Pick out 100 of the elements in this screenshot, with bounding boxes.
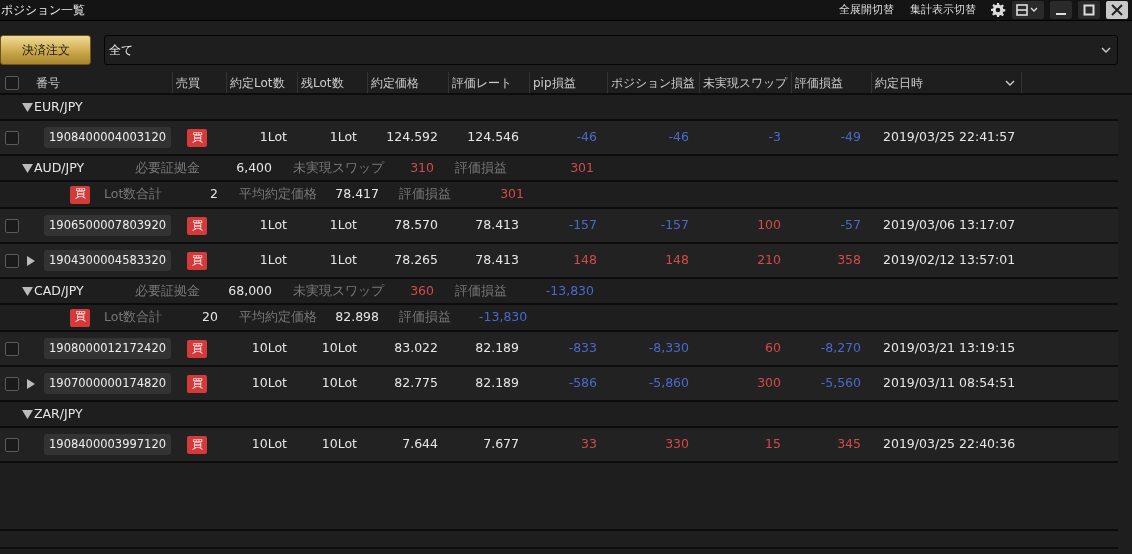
table-cell: 82.189 [475, 375, 519, 391]
column-header[interactable]: 残Lot数 [301, 73, 344, 92]
expand-toggle-icon[interactable] [26, 255, 37, 266]
table-cell: 124.546 [467, 129, 519, 145]
column-header[interactable]: ポジション損益 [611, 73, 695, 92]
summary-value: 6,400 [235, 158, 272, 177]
table-cell: 10Lot [251, 340, 287, 356]
table-cell: 10Lot [321, 436, 357, 452]
summary-value: 20 [201, 308, 218, 327]
table-cell: 10Lot [251, 375, 287, 391]
table-cell: 7.677 [483, 436, 519, 452]
summary-label: 評価損益 [399, 308, 452, 327]
settings-icon[interactable] [990, 2, 1006, 18]
summary-label: 未実現スワップ [293, 158, 386, 177]
row-checkbox[interactable] [5, 376, 19, 391]
table-cell: -5,560 [820, 375, 861, 391]
column-header[interactable]: 番号 [36, 73, 60, 92]
layout-button[interactable] [1012, 1, 1044, 19]
summary-value: 2 [209, 185, 218, 204]
table-cell: 1Lot [329, 217, 357, 233]
table-cell: -157 [660, 217, 689, 233]
expand-toggle-icon[interactable] [22, 102, 33, 112]
currency-pair: AUD/JPY [34, 158, 86, 177]
window-title: ポジション一覧 [0, 2, 85, 19]
row-checkbox[interactable] [5, 218, 19, 233]
summary-value: 310 [409, 158, 434, 177]
table-cell: 15 [765, 436, 781, 452]
table-cell: 2019/03/21 13:19:15 [883, 340, 1016, 356]
position-number: 1908400003997120 [44, 433, 172, 456]
buy-badge: 買 [187, 129, 207, 148]
column-header[interactable]: 評価レート [452, 73, 512, 92]
column-header[interactable]: 約定日時 [875, 73, 1015, 92]
table-cell: -57 [840, 217, 861, 233]
buy-badge: 買 [187, 217, 207, 236]
table-cell: -8,270 [820, 340, 861, 356]
table-cell: 210 [757, 252, 781, 268]
expand-toggle-icon[interactable] [22, 163, 33, 173]
table-cell: 78.413 [475, 217, 519, 233]
summary-value: 301 [499, 185, 524, 204]
position-number: 1907000000174820 [44, 372, 172, 395]
toolbar-link[interactable]: 全展開切替 [839, 1, 894, 19]
summary-label: Lot数合計 [104, 308, 164, 327]
row-checkbox[interactable] [5, 437, 19, 452]
summary-label: 平均約定価格 [239, 308, 318, 327]
table-cell: 100 [757, 217, 781, 233]
summary-value: 78.417 [334, 185, 379, 204]
table-cell: 60 [765, 340, 781, 356]
table-cell: -157 [568, 217, 597, 233]
column-header[interactable]: 売買 [176, 73, 200, 92]
table-cell: 33 [581, 436, 597, 452]
filter-dropdown[interactable]: 全て [104, 35, 1118, 65]
table-cell: 2019/03/11 08:54:51 [883, 375, 1016, 391]
table-cell: 358 [837, 252, 861, 268]
table-cell: 300 [757, 375, 781, 391]
buy-badge: 買 [187, 340, 207, 359]
select-all-checkbox[interactable] [5, 75, 19, 90]
position-number: 1908000012172420 [44, 337, 172, 360]
summary-label: Lot数合計 [104, 185, 164, 204]
table-cell: 2019/02/12 13:57:01 [883, 252, 1016, 268]
row-checkbox[interactable] [5, 130, 19, 145]
table-cell: -833 [568, 340, 597, 356]
table-cell: 1Lot [329, 129, 357, 145]
toolbar-link[interactable]: 集計表示切替 [910, 1, 976, 19]
close-order-button[interactable]: 決済注文 [0, 35, 91, 65]
chevron-down-icon [1101, 46, 1111, 54]
table-cell: 83.022 [394, 340, 438, 356]
table-cell: -3 [768, 129, 781, 145]
column-header[interactable]: 約定価格 [371, 73, 419, 92]
summary-label: 評価損益 [455, 158, 508, 177]
column-header[interactable]: pip損益 [533, 73, 576, 92]
column-header[interactable]: 約定Lot数 [230, 73, 285, 92]
buy-badge: 買 [70, 308, 90, 327]
summary-value: 68,000 [227, 281, 272, 300]
summary-label: 必要証拠金 [135, 281, 201, 300]
summary-label: 必要証拠金 [135, 158, 201, 177]
row-checkbox[interactable] [5, 341, 19, 356]
table-cell: -8,330 [648, 340, 689, 356]
table-cell: 124.592 [386, 129, 438, 145]
minimize-button[interactable] [1050, 1, 1072, 19]
expand-toggle-icon[interactable] [22, 286, 33, 296]
table-cell: -49 [840, 129, 861, 145]
column-header[interactable]: 未実現スワップ [703, 73, 787, 92]
sort-dropdown-icon[interactable] [1005, 78, 1015, 87]
maximize-button[interactable] [1078, 1, 1100, 19]
position-number: 1906500007803920 [44, 214, 172, 237]
summary-value: -13,830 [544, 281, 594, 300]
maximize-icon [1083, 4, 1095, 16]
expand-toggle-icon[interactable] [22, 409, 33, 419]
table-cell: -586 [568, 375, 597, 391]
table-cell: 7.644 [402, 436, 438, 452]
close-button[interactable] [1106, 1, 1128, 19]
table-cell: 148 [573, 252, 597, 268]
summary-label: 評価損益 [455, 281, 508, 300]
buy-badge: 買 [187, 375, 207, 394]
summary-label: 未実現スワップ [293, 281, 386, 300]
row-checkbox[interactable] [5, 253, 19, 268]
expand-toggle-icon[interactable] [26, 378, 37, 389]
summary-value: 82.898 [334, 308, 379, 327]
column-header[interactable]: 評価損益 [795, 73, 843, 92]
table-cell: 1Lot [259, 252, 287, 268]
